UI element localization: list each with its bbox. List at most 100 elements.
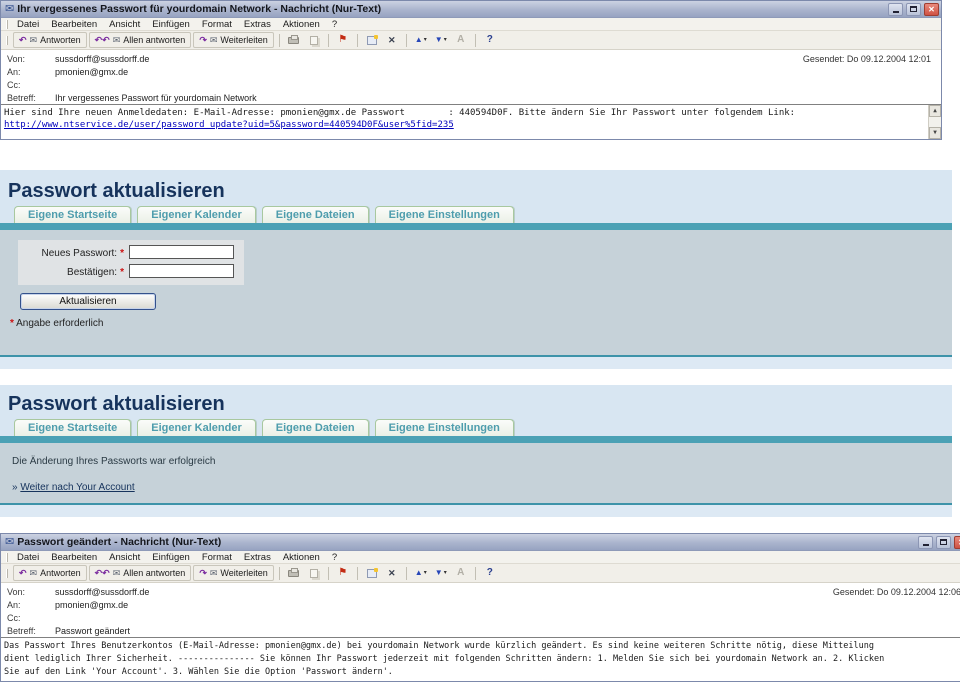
flag-icon: ⚑ xyxy=(338,568,347,578)
new-password-field[interactable] xyxy=(129,245,234,259)
menu-einfuegen[interactable]: Einfügen xyxy=(146,552,196,563)
minimize-button[interactable] xyxy=(918,536,933,549)
teal-divider-bar xyxy=(0,223,952,230)
delete-button[interactable]: ✕ xyxy=(383,32,401,48)
from-label: Von: xyxy=(7,586,55,599)
reply-all-button[interactable]: ↶↶✉ Allen antworten xyxy=(89,32,192,48)
tab-eigener-kalender[interactable]: Eigener Kalender xyxy=(137,419,255,436)
previous-item-button[interactable]: ▲▾ xyxy=(412,32,430,48)
password-update-link[interactable]: http://www.ntservice.de/user/password_up… xyxy=(4,119,454,131)
message-area: Die Änderung Ihres Passworts war erfolgr… xyxy=(0,443,952,503)
to-value: pmonien@gmx.de xyxy=(55,66,128,79)
your-account-link[interactable]: Weiter nach Your Account xyxy=(20,482,134,493)
envelope-icon: ✉ xyxy=(210,36,218,45)
next-item-button[interactable]: ▼▾ xyxy=(432,32,450,48)
tab-eigene-dateien[interactable]: Eigene Dateien xyxy=(262,419,369,436)
print-button[interactable] xyxy=(285,565,303,581)
reply-button[interactable]: ↶✉ Antworten xyxy=(13,32,87,48)
confirm-password-field[interactable] xyxy=(129,264,234,278)
body-text: Hier sind Ihre neuen Anmeldedaten: E-Mai… xyxy=(4,107,925,119)
forward-button[interactable]: ↷✉ Weiterleiten xyxy=(193,565,273,581)
close-button[interactable]: ✕ xyxy=(924,3,939,16)
menu-extras[interactable]: Extras xyxy=(238,552,277,563)
menu-extras[interactable]: Extras xyxy=(238,19,277,30)
page-footer xyxy=(0,357,952,369)
page-header: Passwort aktualisieren Eigene Startseite… xyxy=(0,385,952,436)
page-footer xyxy=(0,505,952,517)
tab-eigene-startseite[interactable]: Eigene Startseite xyxy=(14,206,131,223)
menu-einfuegen[interactable]: Einfügen xyxy=(146,19,196,30)
toolbar-separator xyxy=(406,567,407,580)
reply-icon: ↶ xyxy=(19,36,27,45)
reply-all-icon: ↶↶ xyxy=(95,36,110,45)
required-asterisk: * xyxy=(120,267,124,278)
tab-eigene-dateien[interactable]: Eigene Dateien xyxy=(262,206,369,223)
menu-bearbeiten[interactable]: Bearbeiten xyxy=(45,19,103,30)
flag-button[interactable]: ⚑ xyxy=(334,32,352,48)
scroll-up-icon[interactable]: ▲ xyxy=(929,105,941,117)
forward-button[interactable]: ↷✉ Weiterleiten xyxy=(193,32,273,48)
restore-button[interactable] xyxy=(936,536,951,549)
menu-ansicht[interactable]: Ansicht xyxy=(103,552,146,563)
menu-aktionen[interactable]: Aktionen xyxy=(277,552,326,563)
menu-bar: Datei Bearbeiten Ansicht Einfügen Format… xyxy=(1,551,960,564)
scroll-down-icon[interactable]: ▼ xyxy=(929,127,941,139)
restore-button[interactable] xyxy=(906,3,921,16)
font-button[interactable]: A xyxy=(452,565,470,581)
menu-datei[interactable]: Datei xyxy=(11,552,45,563)
print-button[interactable] xyxy=(285,32,303,48)
minimize-button[interactable] xyxy=(888,3,903,16)
window-titlebar: ✉ Passwort geändert - Nachricht (Nur-Tex… xyxy=(1,534,960,551)
move-to-folder-button[interactable] xyxy=(363,32,381,48)
menu-format[interactable]: Format xyxy=(196,19,238,30)
continue-link-row: » Weiter nach Your Account xyxy=(12,482,944,493)
password-success-page: Passwort aktualisieren Eigene Startseite… xyxy=(0,385,952,518)
forward-icon: ↷ xyxy=(199,569,207,578)
tab-eigene-startseite[interactable]: Eigene Startseite xyxy=(14,419,131,436)
envelope-icon: ✉ xyxy=(210,569,218,578)
to-value: pmonien@gmx.de xyxy=(55,599,128,612)
forward-icon: ↷ xyxy=(199,36,207,45)
arrow-up-icon: ▲ xyxy=(415,36,423,44)
menu-datei[interactable]: Datei xyxy=(11,19,45,30)
chevron-down-icon: ▾ xyxy=(444,570,447,576)
menu-aktionen[interactable]: Aktionen xyxy=(277,19,326,30)
help-button[interactable]: ? xyxy=(481,32,499,48)
mail-icon: ✉ xyxy=(5,4,14,15)
toolbar-separator xyxy=(406,34,407,47)
page-title: Passwort aktualisieren xyxy=(8,180,952,203)
menu-bearbeiten[interactable]: Bearbeiten xyxy=(45,552,103,563)
tab-eigene-einstellungen[interactable]: Eigene Einstellungen xyxy=(375,206,514,223)
toolbar-grip xyxy=(6,569,8,578)
move-to-folder-button[interactable] xyxy=(363,565,381,581)
help-button[interactable]: ? xyxy=(481,565,499,581)
new-password-label: Neues Passwort:* xyxy=(23,245,127,261)
toolbar: ↶✉ Antworten ↶↶✉ Allen antworten ↷✉ Weit… xyxy=(1,31,941,50)
close-button[interactable]: ✕ xyxy=(954,536,960,549)
reply-button[interactable]: ↶✉ Antworten xyxy=(13,565,87,581)
delete-button[interactable]: ✕ xyxy=(383,565,401,581)
menu-grip xyxy=(6,553,8,562)
help-icon: ? xyxy=(487,35,493,45)
menu-grip xyxy=(6,20,8,29)
previous-item-button[interactable]: ▲▾ xyxy=(412,565,430,581)
cc-label: Cc: xyxy=(7,79,55,92)
menu-hilfe[interactable]: ? xyxy=(326,19,343,30)
menu-ansicht[interactable]: Ansicht xyxy=(103,19,146,30)
menu-hilfe[interactable]: ? xyxy=(326,552,343,563)
scrollbar[interactable]: ▲ ▼ xyxy=(928,105,941,139)
window-title: Passwort geändert - Nachricht (Nur-Text) xyxy=(17,536,915,548)
link-prefix: » xyxy=(12,482,18,493)
copy-icon xyxy=(310,569,318,578)
copy-button[interactable] xyxy=(305,32,323,48)
font-button[interactable]: A xyxy=(452,32,470,48)
update-button[interactable]: Aktualisieren xyxy=(20,293,156,310)
screen: ✉ Ihr vergessenes Passwort für yourdomai… xyxy=(0,0,960,682)
menu-format[interactable]: Format xyxy=(196,552,238,563)
copy-button[interactable] xyxy=(305,565,323,581)
reply-all-button[interactable]: ↶↶✉ Allen antworten xyxy=(89,565,192,581)
tab-eigener-kalender[interactable]: Eigener Kalender xyxy=(137,206,255,223)
next-item-button[interactable]: ▼▾ xyxy=(432,565,450,581)
flag-button[interactable]: ⚑ xyxy=(334,565,352,581)
tab-eigene-einstellungen[interactable]: Eigene Einstellungen xyxy=(375,419,514,436)
